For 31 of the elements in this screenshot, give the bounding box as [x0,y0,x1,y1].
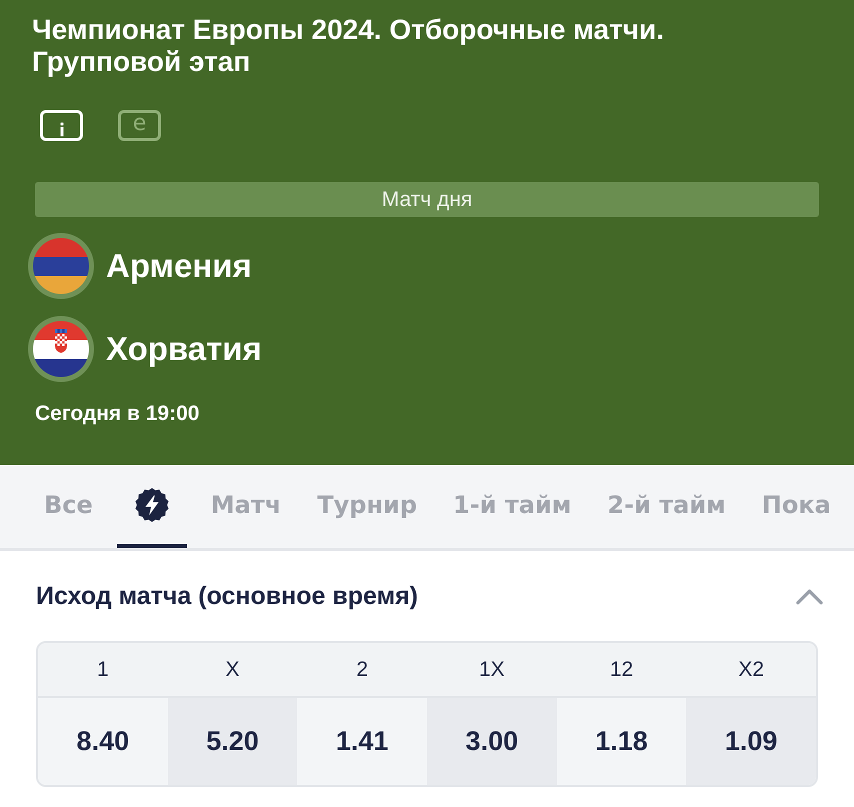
outcome-label: X2 [686,643,816,698]
outcome-label: 1 [38,643,168,698]
tab[interactable]: 2-й тайм [589,465,744,548]
tab[interactable]: Все [26,465,111,548]
tab[interactable]: Матч [192,465,300,548]
view-button[interactable]: e [118,110,161,141]
outcome-label: 1X [427,643,557,698]
outcome-label: X [168,643,298,698]
match-of-day-banner: Матч дня [35,182,819,217]
tab[interactable]: Пока [744,465,849,548]
flag-icon [28,316,94,382]
start-time: Сегодня в 19:00 [35,401,200,427]
tab[interactable]: Турнир [299,465,436,548]
team-name: Армения [106,247,252,285]
tab[interactable]: 1-й тайм [435,465,590,548]
info-icon [58,120,66,138]
outcome-label: 2 [297,643,427,698]
outcome-label: 12 [556,643,686,698]
lightning-badge-icon [134,486,169,522]
odds-button[interactable]: 1.41 [297,698,427,785]
chevron-up-icon[interactable] [796,588,823,604]
odds-button[interactable]: 1.09 [686,698,816,785]
flag-icon [28,233,94,299]
odds-button[interactable]: 8.40 [38,698,168,785]
odds-button[interactable]: 3.00 [427,698,557,785]
market-title: Исход матча (основное время) [36,581,418,612]
odds-button[interactable]: 1.18 [556,698,686,785]
info-button[interactable] [40,110,83,141]
odds-button[interactable]: 5.20 [168,698,298,785]
team-name: Хорватия [106,330,262,368]
tournament-title: Чемпионат Европы 2024. Отборочные матчи. Групповой этап [32,14,666,78]
